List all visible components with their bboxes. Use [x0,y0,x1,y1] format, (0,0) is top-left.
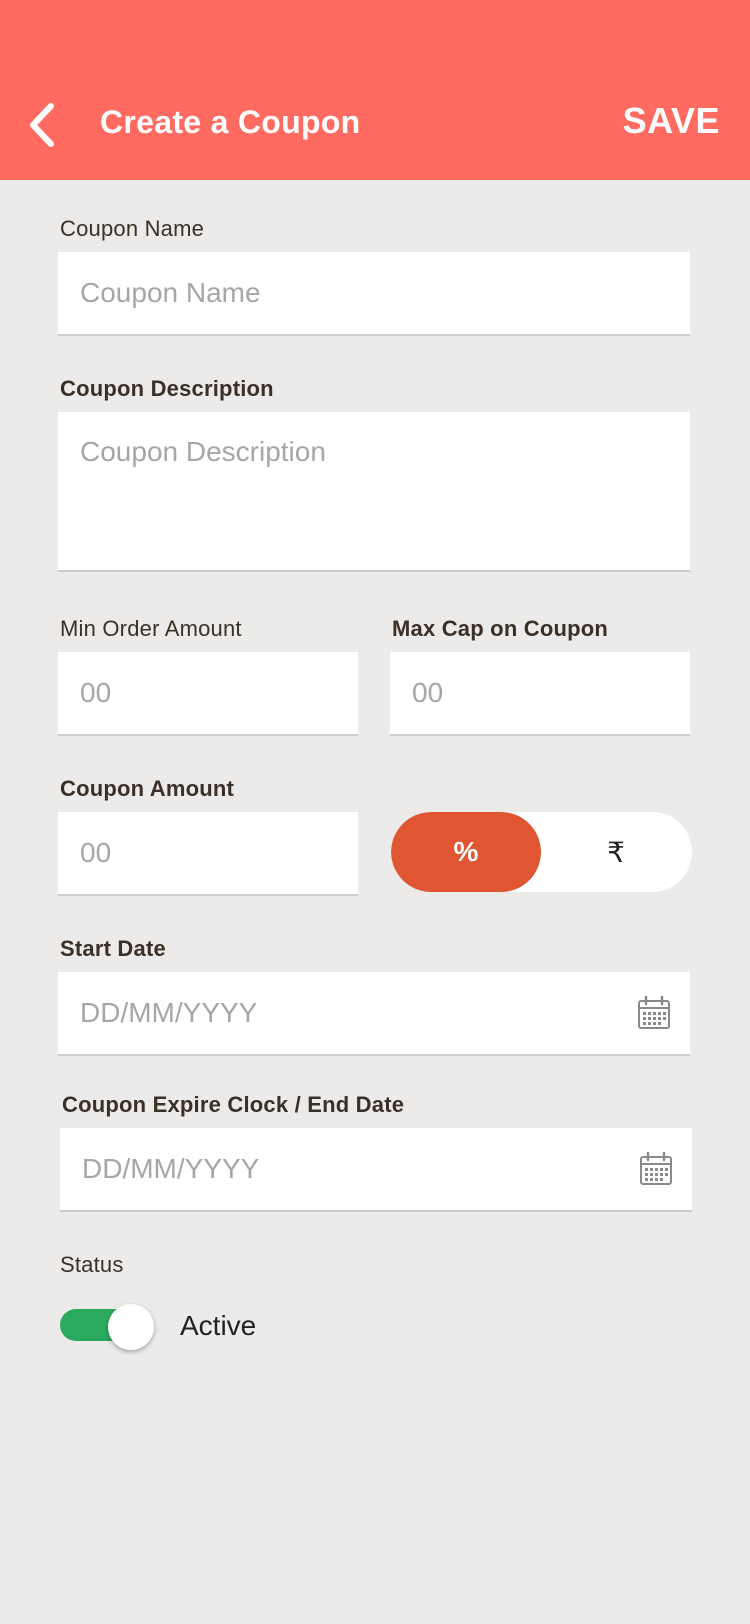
calendar-icon[interactable] [636,995,672,1031]
back-button[interactable] [18,98,66,152]
app-bar: Create a Coupon SAVE [0,0,750,180]
switch-knob [108,1304,154,1350]
rupee-option[interactable]: ₹ [541,812,691,892]
coupon-name-label: Coupon Name [60,216,205,241]
status-switch[interactable] [60,1304,156,1352]
coupon-amount-input[interactable] [58,812,358,894]
end-date-label: Coupon Expire Clock / End Date [62,1092,405,1117]
coupon-name-input[interactable] [58,252,690,334]
start-date-label: Start Date [60,936,166,961]
page-title: Create a Coupon [100,104,361,140]
calendar-icon[interactable] [638,1151,674,1187]
max-cap-field-container [390,652,690,736]
chevron-left-icon [30,103,54,147]
percent-option[interactable]: % [391,812,541,892]
min-order-amount-field-container [58,652,358,736]
end-date-input[interactable] [60,1128,692,1210]
start-date-field-container [58,972,690,1056]
coupon-amount-label: Coupon Amount [60,776,235,801]
coupon-description-field-container [58,412,690,572]
coupon-amount-field-container [58,812,358,896]
start-date-input[interactable] [58,972,690,1054]
max-cap-label: Max Cap on Coupon [392,616,609,641]
max-cap-input[interactable] [390,652,690,734]
end-date-field-container [60,1128,692,1212]
coupon-description-input[interactable] [58,412,690,570]
status-value: Active [180,1310,257,1341]
min-order-amount-input[interactable] [58,652,358,734]
status-label: Status [60,1252,124,1277]
coupon-description-label: Coupon Description [60,376,274,401]
save-button[interactable]: SAVE [623,100,720,142]
amount-type-toggle: % ₹ [391,812,692,892]
min-order-amount-label: Min Order Amount [60,616,242,641]
coupon-name-field-container [58,252,690,336]
